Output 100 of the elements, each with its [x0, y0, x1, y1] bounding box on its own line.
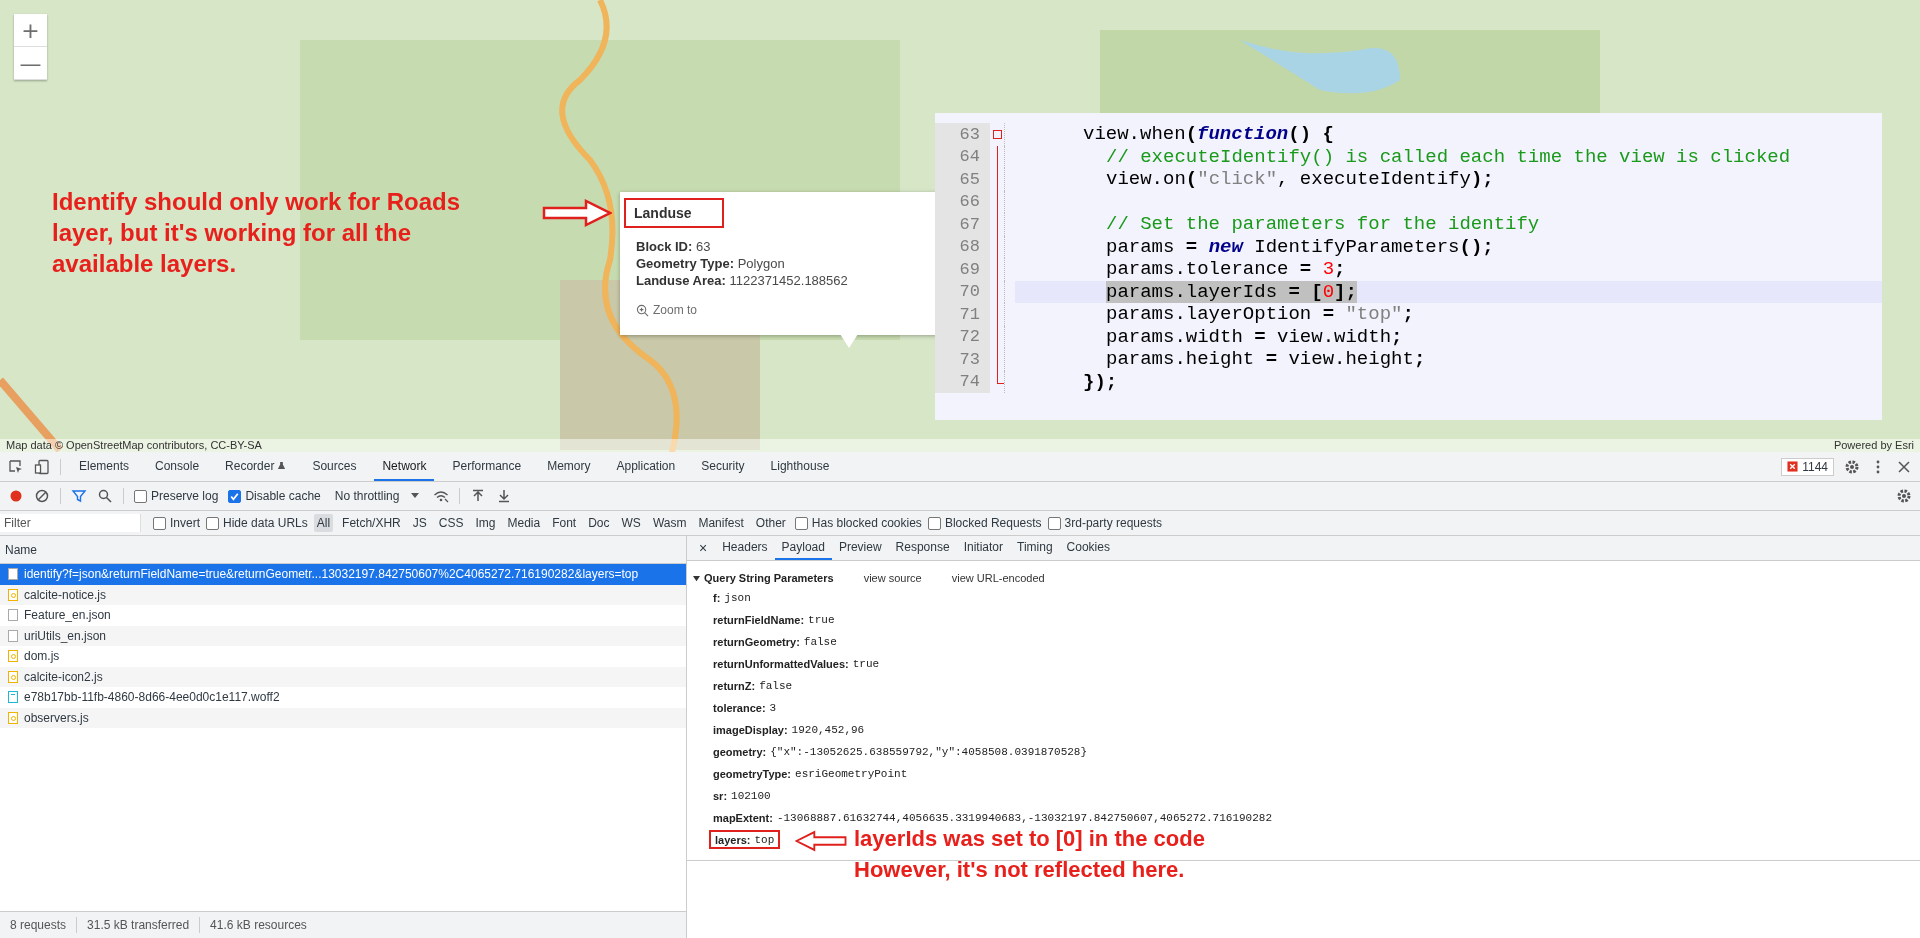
detail-tab[interactable]: Initiator: [956, 536, 1010, 560]
checkbox[interactable]: [794, 516, 808, 530]
error-count-badge[interactable]: 1144: [1781, 457, 1834, 476]
checkbox-label[interactable]: Blocked Requests: [944, 516, 1042, 530]
esri-attribution: Powered by Esri: [1833, 439, 1914, 452]
fold-icon[interactable]: [993, 130, 1002, 139]
parameter-row-text: returnZ: false: [712, 679, 794, 694]
detail-tab[interactable]: Cookies: [1059, 536, 1117, 560]
checkbox[interactable]: [153, 516, 166, 530]
parameter-row-text: returnFieldName: true: [712, 613, 836, 628]
settings-icon[interactable]: [1844, 458, 1860, 475]
request-row[interactable]: identify?f=json&returnFieldName=true&returnGeometr...13032197.842750607%2C4065272.716190282&layers=top: [0, 564, 686, 585]
code-line: view.on("click", executeIdentify);: [1106, 168, 1494, 191]
devtools-tab[interactable]: Memory: [539, 452, 599, 481]
detail-tab[interactable]: Timing: [1010, 536, 1060, 560]
detail-tab[interactable]: Response: [888, 536, 957, 560]
parameter-row-text: mapExtent: -13068887.61632744,4056635.3319940683,-13032197.842750607,4065272.716190282: [712, 811, 1273, 826]
arrow-icon: [795, 830, 847, 852]
checkbox-label[interactable]: Preserve log: [151, 489, 219, 503]
type-filter-button[interactable]: Media: [504, 514, 544, 532]
summary-text: 8 requests: [10, 918, 67, 932]
record-icon[interactable]: [8, 488, 24, 504]
request-row[interactable]: dom.js: [0, 646, 686, 667]
detail-tab[interactable]: Payload: [774, 536, 832, 560]
type-filter-button[interactable]: CSS: [435, 514, 467, 532]
type-filter-button[interactable]: Wasm: [649, 514, 690, 532]
flask-icon: [277, 461, 287, 470]
checkbox-label[interactable]: Has blocked cookies: [811, 516, 922, 530]
checkbox-label[interactable]: Invert: [170, 516, 200, 530]
type-filter-button[interactable]: WS: [618, 514, 644, 532]
code-line: view.when(function() {: [1083, 123, 1334, 146]
parameter-row-text: geometryType: esriGeometryPoint: [712, 767, 909, 782]
devtools-tab[interactable]: Sources: [304, 452, 365, 481]
checkbox-label[interactable]: Hide data URLs: [223, 516, 308, 530]
code-line: });: [1083, 370, 1118, 393]
line-number: 67: [935, 213, 990, 236]
close-button[interactable]: ×: [691, 540, 716, 556]
zoom-to-link[interactable]: Zoom to: [624, 303, 697, 317]
devtools-tab[interactable]: Elements: [71, 452, 138, 481]
line-number: 70: [935, 280, 990, 303]
file-icon: [8, 609, 18, 622]
type-filter-button[interactable]: Img: [472, 514, 499, 532]
request-row[interactable]: calcite-notice.js: [0, 584, 686, 605]
checkbox[interactable]: [206, 516, 219, 530]
annotation-text: Identify should only work for Roads layer, but it's working for all the available layers.: [52, 187, 461, 279]
devtools-tab[interactable]: Console: [147, 452, 208, 481]
checkbox[interactable]: [228, 489, 242, 503]
detail-tab[interactable]: Preview: [831, 536, 889, 560]
file-icon: [8, 568, 18, 581]
type-filter-button[interactable]: JS: [409, 514, 430, 532]
filter-field[interactable]: Filter: [0, 514, 141, 532]
throttling-dropdown[interactable]: No throttling: [330, 489, 424, 503]
view-link[interactable]: view source: [863, 572, 922, 584]
line-number: 65: [935, 168, 990, 191]
line-number: 69: [935, 258, 990, 281]
type-filter-button[interactable]: Font: [549, 514, 580, 532]
type-filter-button[interactable]: Doc: [585, 514, 613, 532]
devtools-tab[interactable]: Application: [608, 452, 684, 481]
request-row[interactable]: uriUtils_en.json: [0, 625, 686, 646]
type-filter-button[interactable]: Manifest: [695, 514, 747, 532]
checkbox[interactable]: [134, 489, 147, 503]
detail-tab[interactable]: Headers: [715, 536, 775, 560]
request-row[interactable]: e78b17bb-11fb-4860-8d66-4ee0d0c1e117.woff2: [0, 687, 686, 708]
view-link[interactable]: view URL-encoded: [951, 572, 1045, 584]
filter-icon[interactable]: [71, 488, 87, 504]
line-number: 73: [935, 348, 990, 371]
checkbox-label[interactable]: 3rd-party requests: [1064, 516, 1162, 530]
device-icon[interactable]: [34, 458, 50, 475]
zoom-in-button[interactable]: +: [14, 14, 47, 47]
inspect-icon[interactable]: [8, 458, 24, 475]
search-icon[interactable]: [97, 488, 113, 504]
settings-icon[interactable]: [1896, 488, 1912, 504]
devtools-tab[interactable]: Lighthouse: [762, 452, 838, 481]
arrow-icon: [542, 199, 612, 227]
devtools-tab[interactable]: Performance: [444, 452, 530, 481]
line-number: 72: [935, 325, 990, 348]
code-line: params.tolerance = 3;: [1106, 258, 1346, 281]
zoom-out-button[interactable]: —: [14, 47, 47, 80]
section-toggle[interactable]: Query String Parameters: [693, 572, 834, 584]
network-conditions-icon[interactable]: [433, 488, 450, 504]
checkbox[interactable]: [1047, 516, 1061, 530]
type-filter-button[interactable]: Other: [752, 514, 789, 532]
column-header[interactable]: Name: [0, 536, 686, 564]
code-line: params.height = view.height;: [1106, 348, 1426, 371]
request-row[interactable]: observers.js: [0, 707, 686, 728]
type-filter-button[interactable]: Fetch/XHR: [339, 514, 404, 532]
clear-icon[interactable]: [34, 488, 50, 504]
line-number: 71: [935, 303, 990, 326]
parameter-row-text: returnUnformattedValues: true: [712, 657, 881, 672]
checkbox[interactable]: [927, 516, 941, 530]
checkbox-label[interactable]: Disable cache: [245, 489, 321, 503]
devtools-tab[interactable]: Security: [693, 452, 753, 481]
type-filter-button[interactable]: All: [313, 514, 334, 532]
code-line: params.layerOption = "top";: [1106, 303, 1414, 326]
zoom-in-icon: [636, 303, 649, 317]
request-row[interactable]: calcite-icon2.js: [0, 666, 686, 687]
request-row[interactable]: Feature_en.json: [0, 605, 686, 626]
close-icon[interactable]: [1896, 458, 1912, 475]
code-line: params.layerIds = [0];: [1106, 280, 1357, 303]
devtools-tab[interactable]: Recorder: [217, 452, 295, 481]
